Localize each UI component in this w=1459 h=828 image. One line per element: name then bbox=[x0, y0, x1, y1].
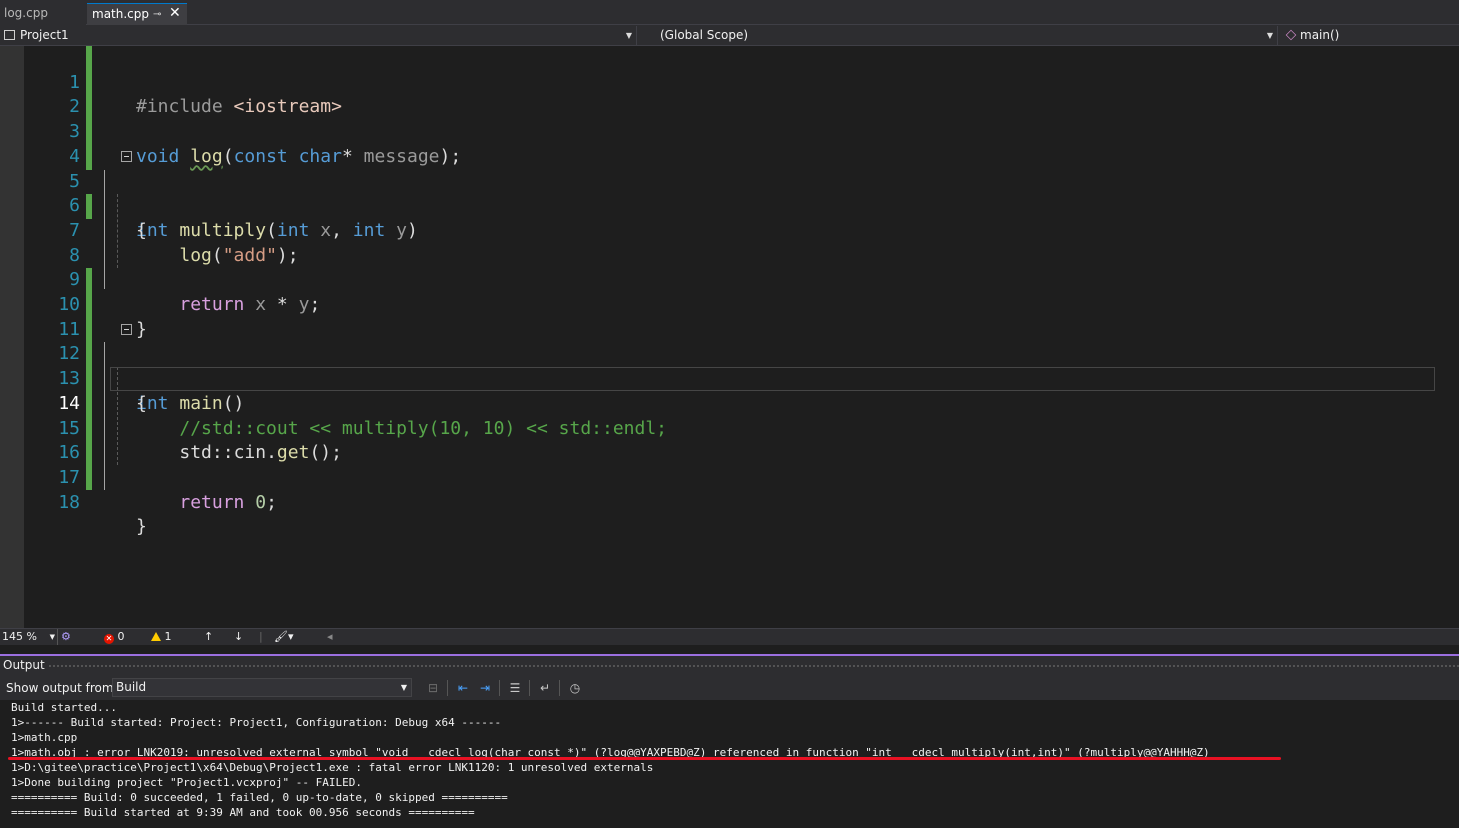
code-line[interactable]: 4 bbox=[24, 120, 1459, 167]
output-line: 1>Done building project "Project1.vcxpro… bbox=[11, 776, 362, 789]
code-line[interactable]: 7 log("add"); bbox=[24, 194, 1459, 266]
document-tab-bar: log.cpp math.cpp ⊸ ✕ bbox=[0, 0, 1459, 25]
code-line-current[interactable]: 14 //std::cout << multiply(10, 10) << st… bbox=[24, 367, 1459, 439]
code-line[interactable]: 18 } bbox=[24, 466, 1459, 538]
code-line[interactable]: 9 return x * y; bbox=[24, 244, 1459, 315]
code-editor[interactable]: 1 #include <iostream> 2 3 void log(const… bbox=[0, 46, 1459, 628]
code-cleanup-icon[interactable]: 🖌▾ bbox=[274, 629, 294, 645]
selected-source: Build bbox=[116, 680, 147, 694]
separator bbox=[559, 680, 560, 696]
chevron-down-icon: ▼ bbox=[625, 31, 632, 40]
warning-icon bbox=[151, 632, 161, 641]
arrow-down-icon[interactable]: ↓ bbox=[234, 629, 243, 645]
output-panel-title[interactable]: Output bbox=[0, 654, 1459, 676]
code-line[interactable]: 12 int main() bbox=[24, 318, 1459, 414]
code-line[interactable]: 17 return 0; bbox=[24, 441, 1459, 513]
error-icon: ✕ bbox=[104, 634, 114, 644]
zoom-dropdown[interactable]: 145 % ▼ bbox=[2, 629, 58, 645]
output-line: ========== Build: 0 succeeded, 1 failed,… bbox=[11, 791, 508, 804]
token: } bbox=[136, 516, 147, 538]
error-underline-annotation bbox=[8, 757, 1281, 760]
code-line[interactable]: 10 } bbox=[24, 268, 1459, 340]
close-icon[interactable]: ✕ bbox=[169, 3, 181, 24]
code-line[interactable]: 6 { bbox=[24, 170, 1459, 241]
warning-count[interactable]: 1 bbox=[151, 629, 172, 645]
chevron-down-icon: ▼ bbox=[1266, 31, 1273, 40]
word-wrap-icon[interactable]: ↵ bbox=[537, 680, 553, 696]
separator bbox=[499, 680, 500, 696]
chevron-down-icon: ▼ bbox=[400, 683, 407, 692]
code-line[interactable]: 13 { bbox=[24, 342, 1459, 414]
editor-status-bar: 145 % ▼ ⚙ ✕ 0 1 ↑ ↓ | 🖌▾ ◂ bbox=[0, 628, 1459, 645]
token: return bbox=[179, 491, 245, 513]
code-line[interactable]: 16 bbox=[24, 417, 1459, 463]
glyph-margin[interactable] bbox=[0, 46, 24, 628]
find-message-icon[interactable]: ⊟ bbox=[425, 680, 441, 696]
function-label: main() bbox=[1300, 28, 1340, 42]
chevron-down-icon: ▼ bbox=[49, 633, 55, 641]
token: ; bbox=[266, 491, 277, 513]
tab-label: math.cpp bbox=[92, 7, 149, 21]
output-toolbar: Show output from: Build ▼ ⊟ ⇤ ⇥ ☰ ↵ ◷ bbox=[0, 676, 1459, 700]
show-output-from-select[interactable]: Build ▼ bbox=[112, 678, 412, 697]
code-line[interactable]: 8 bbox=[24, 219, 1459, 266]
drag-handle[interactable] bbox=[48, 664, 1459, 668]
collapse-icon[interactable] bbox=[121, 150, 132, 162]
output-title: Output bbox=[3, 658, 45, 672]
intellicode-icon[interactable]: ⚙ bbox=[61, 629, 71, 645]
token: 0 bbox=[255, 491, 267, 513]
warning-count-value: 1 bbox=[164, 630, 172, 643]
project-dropdown[interactable]: Project1 ▼ bbox=[0, 26, 637, 45]
output-line: Build started... bbox=[11, 701, 117, 714]
tab-label: log.cpp bbox=[4, 6, 48, 20]
error-count-value: 0 bbox=[117, 630, 125, 643]
next-message-icon[interactable]: ⇥ bbox=[477, 680, 493, 696]
code-line[interactable]: 5 int multiply(int x, int y) bbox=[24, 145, 1459, 241]
clear-all-icon[interactable]: ☰ bbox=[507, 680, 523, 696]
separator bbox=[529, 680, 530, 696]
timestamp-icon[interactable]: ◷ bbox=[567, 680, 583, 696]
code-line[interactable]: 1 #include <iostream> bbox=[24, 46, 1459, 118]
previous-message-icon[interactable]: ⇤ bbox=[455, 680, 471, 696]
pin-icon[interactable]: ⊸ bbox=[153, 4, 161, 25]
code-line[interactable]: 15 std::cin.get(); bbox=[24, 392, 1459, 464]
method-icon bbox=[1285, 29, 1297, 41]
separator bbox=[447, 680, 448, 696]
output-text[interactable]: Build started... 1>------ Build started:… bbox=[0, 700, 1459, 828]
navigation-bar: Project1 ▼ (Global Scope) ▼ main() bbox=[0, 25, 1459, 46]
output-line: 1>math.cpp bbox=[11, 731, 78, 744]
collapse-icon[interactable] bbox=[121, 323, 132, 335]
line-number: 18 bbox=[58, 491, 80, 513]
scope-label: (Global Scope) bbox=[660, 28, 749, 42]
error-count[interactable]: ✕ 0 bbox=[104, 629, 125, 645]
function-dropdown[interactable]: main() bbox=[1282, 26, 1459, 45]
separator: | bbox=[259, 630, 263, 643]
output-line: 1>------ Build started: Project: Project… bbox=[11, 716, 502, 729]
show-output-from-label: Show output from: bbox=[6, 681, 118, 695]
output-line: 1>D:\gitee\practice\Project1\x64\Debug\P… bbox=[11, 761, 654, 774]
tab-math-cpp[interactable]: math.cpp ⊸ ✕ bbox=[87, 3, 187, 25]
arrow-up-icon[interactable]: ↑ bbox=[204, 629, 213, 645]
scroll-left-icon[interactable]: ◂ bbox=[327, 629, 333, 645]
tab-log-cpp[interactable]: log.cpp bbox=[0, 3, 86, 25]
code-line[interactable]: 3 void log(const char* message); bbox=[24, 95, 1459, 167]
scope-dropdown[interactable]: (Global Scope) ▼ bbox=[641, 26, 1278, 45]
project-icon bbox=[4, 30, 15, 40]
project-label: Project1 bbox=[20, 28, 69, 42]
code-line[interactable]: 2 bbox=[24, 71, 1459, 117]
zoom-level: 145 % bbox=[2, 630, 37, 643]
code-line[interactable]: 11 bbox=[24, 293, 1459, 340]
output-line: ========== Build started at 9:39 AM and … bbox=[11, 806, 475, 819]
code-text: return 0; bbox=[136, 491, 277, 516]
